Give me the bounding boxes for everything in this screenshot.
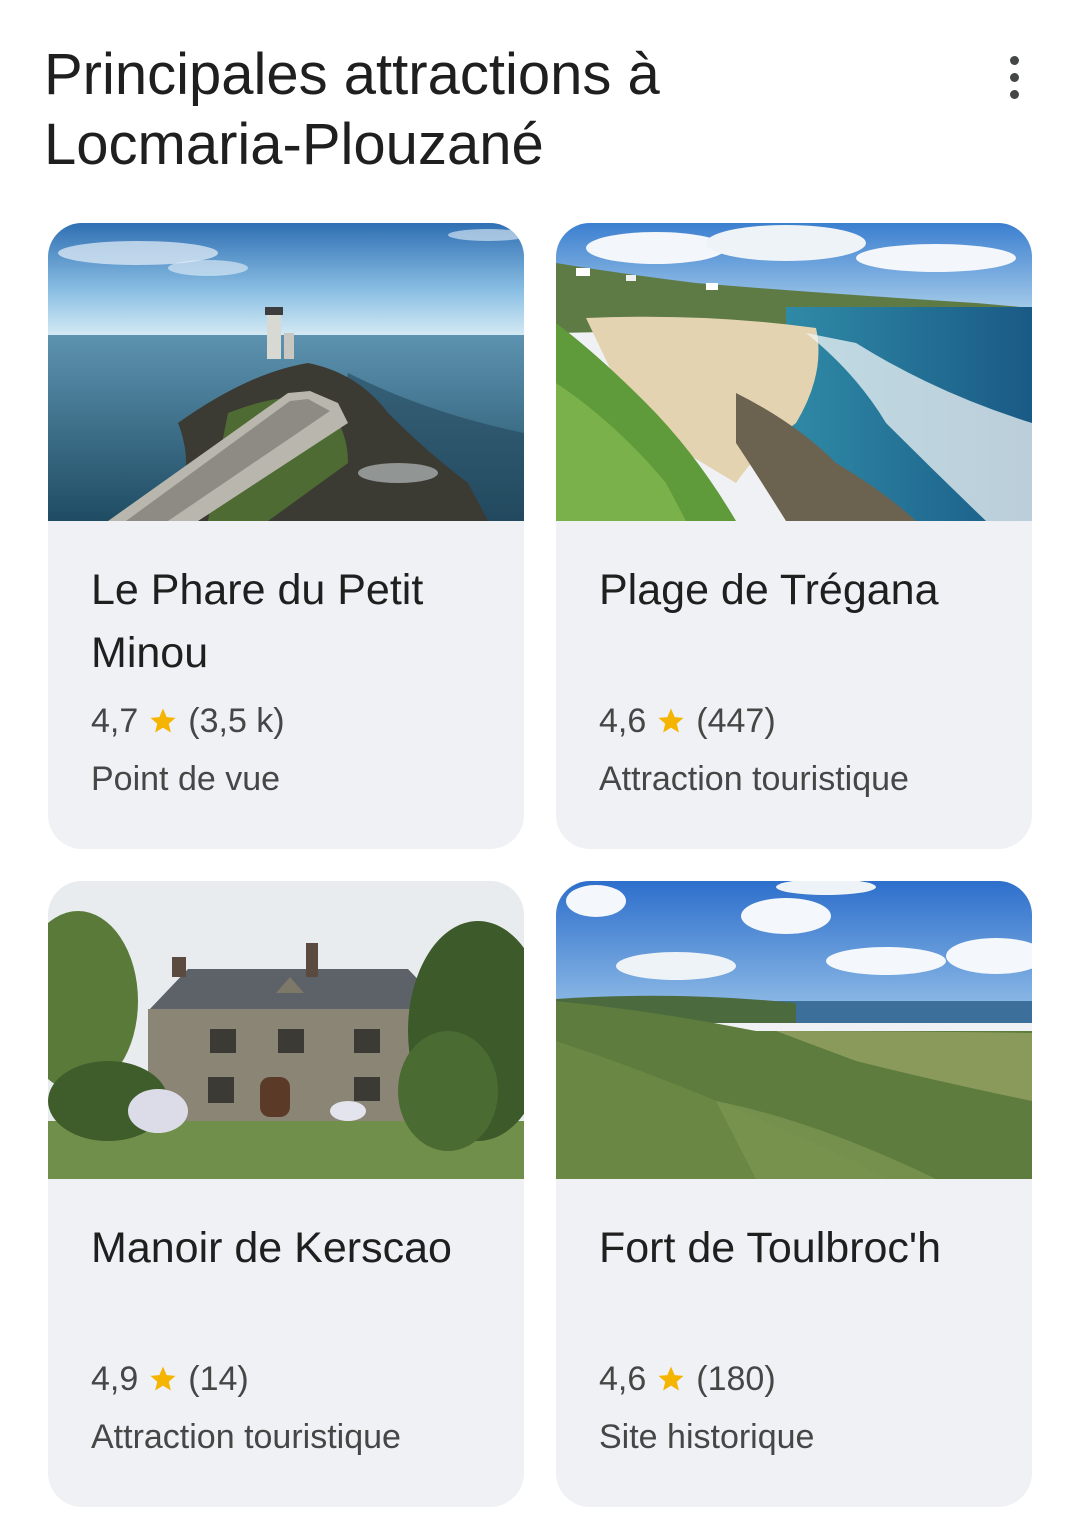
attraction-category: Attraction touristique — [91, 1418, 401, 1456]
attraction-category: Point de vue — [91, 760, 281, 798]
attractions-grid: Le Phare du Petit Minou 4,7 (3,5 k) Poin… — [48, 223, 1032, 1507]
star-icon — [150, 708, 176, 733]
more-options-button[interactable] — [994, 52, 1034, 102]
attraction-name: Fort de Toulbroc'h — [599, 1224, 942, 1272]
rating-row: 4,9 (14) — [91, 1357, 482, 1401]
rating-value: 4,7 — [91, 702, 139, 740]
title-line-1: Principales attractions à — [44, 42, 660, 107]
attraction-card-phare[interactable]: Le Phare du Petit Minou 4,7 (3,5 k) Poin… — [48, 223, 524, 849]
attractions-panel: Principales attractions à Locmaria-Plouz… — [0, 0, 1078, 1537]
more-vert-icon-dot — [1009, 72, 1019, 82]
attraction-category: Site historique — [599, 1418, 815, 1456]
card-body: Manoir de Kerscao 4,9 (14) Attraction to… — [48, 1179, 524, 1459]
more-vert-icon — [1009, 55, 1019, 65]
attraction-name: Le Phare du Petit Minou — [91, 566, 424, 677]
title-line-2: Locmaria-Plouzané — [44, 112, 544, 177]
attraction-card-toulbroch[interactable]: Fort de Toulbroc'h 4,6 (180) Site histor… — [556, 881, 1032, 1507]
manor-photo — [48, 881, 524, 1179]
beach-photo — [556, 223, 1032, 521]
rating-value: 4,9 — [91, 1360, 139, 1398]
card-body: Plage de Trégana 4,6 (447) Attraction to… — [556, 521, 1032, 801]
more-vert-icon-dot — [1009, 89, 1019, 99]
review-count: (447) — [696, 702, 776, 740]
star-icon — [658, 1366, 684, 1391]
card-body: Le Phare du Petit Minou 4,7 (3,5 k) Poin… — [48, 521, 524, 801]
rating-row: 4,6 (447) — [599, 699, 990, 743]
rating-value: 4,6 — [599, 702, 647, 740]
rating-value: 4,6 — [599, 1360, 647, 1398]
review-count: (3,5 k) — [188, 702, 285, 740]
attraction-name: Manoir de Kerscao — [91, 1224, 452, 1272]
attraction-category: Attraction touristique — [599, 760, 909, 798]
page-title: Principales attractions à Locmaria-Plouz… — [44, 40, 984, 180]
attraction-card-kerscao[interactable]: Manoir de Kerscao 4,9 (14) Attraction to… — [48, 881, 524, 1507]
rating-row: 4,6 (180) — [599, 1357, 990, 1401]
coast-photo — [556, 881, 1032, 1179]
card-body: Fort de Toulbroc'h 4,6 (180) Site histor… — [556, 1179, 1032, 1459]
review-count: (14) — [188, 1360, 249, 1398]
rating-row: 4,7 (3,5 k) — [91, 699, 482, 743]
star-icon — [150, 1366, 176, 1391]
header: Principales attractions à Locmaria-Plouz… — [44, 40, 984, 180]
attraction-name: Plage de Trégana — [599, 566, 939, 614]
attraction-card-tregana[interactable]: Plage de Trégana 4,6 (447) Attraction to… — [556, 223, 1032, 849]
star-icon — [658, 708, 684, 733]
lighthouse-photo — [48, 223, 524, 521]
review-count: (180) — [696, 1360, 776, 1398]
